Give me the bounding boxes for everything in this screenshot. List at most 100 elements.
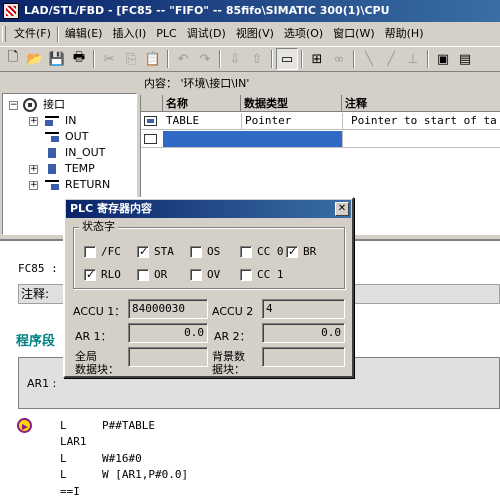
code-op: L — [60, 452, 67, 465]
accu1-label: ACCU 1： — [73, 305, 126, 318]
instance-db-label: 背景数 — [212, 350, 245, 363]
cell-name[interactable]: TABLE — [163, 113, 241, 129]
cell-type[interactable]: Pointer — [241, 113, 342, 129]
global-db-field[interactable] — [128, 347, 208, 367]
header-name[interactable]: 名称 — [163, 95, 241, 112]
collapse-icon[interactable]: − — [9, 101, 18, 110]
checkbox-cc0[interactable] — [240, 246, 252, 258]
details-icon[interactable]: ▤ — [454, 48, 476, 70]
flag-rlo[interactable]: RLO — [84, 268, 121, 282]
flag-label: OR — [154, 268, 168, 281]
flag-br[interactable]: BR — [286, 245, 316, 259]
block-title: FC85 : — [18, 262, 58, 275]
network-ar1-label: AR1 : — [27, 377, 57, 390]
flag-cc0[interactable]: CC 0 — [240, 245, 284, 259]
ar2-field[interactable]: 0.0 — [262, 323, 345, 343]
dialog-title-bar[interactable]: PLC 寄存器内容 ✕ — [66, 200, 351, 218]
flag-label: CC 1 — [257, 268, 284, 281]
toolbar: 🗋 📂 💾 🖶 ✂ ⎘ 📋 ↶ ↷ ⇩ ⇧ ▭ ⊞ ∞ ╲ ╱ ⊥ ▣ ▤ — [0, 46, 500, 72]
checkbox-sta[interactable] — [137, 245, 149, 259]
breakpoint-arrow-icon[interactable] — [17, 418, 32, 433]
accu2-field[interactable]: 4 — [262, 299, 345, 319]
flag-fc[interactable]: /FC — [84, 245, 121, 259]
menu-plc[interactable]: PLC — [151, 24, 181, 43]
flag-ov[interactable]: OV — [190, 268, 220, 282]
code-line[interactable]: L P##TABLE — [60, 418, 155, 434]
menu-debug[interactable]: 调试(D) — [182, 24, 231, 43]
cut-icon[interactable]: ✂ — [98, 48, 120, 70]
checkbox-fc[interactable] — [84, 246, 96, 258]
flag-cc1[interactable]: CC 1 — [240, 268, 284, 282]
menu-insert[interactable]: 插入(I) — [107, 24, 151, 43]
ar1-field[interactable]: 0.0 — [128, 323, 208, 343]
new-row-icon — [144, 134, 157, 144]
new-file-icon[interactable]: 🗋 — [2, 48, 24, 70]
accu1-field[interactable]: 84000030 — [128, 299, 208, 319]
menu-options[interactable]: 选项(O) — [279, 24, 328, 43]
return-icon — [45, 180, 59, 190]
ar1-label: AR 1： — [75, 330, 112, 343]
instance-db-field[interactable] — [262, 347, 345, 367]
open-folder-icon[interactable]: 📂 — [24, 48, 46, 70]
header-type[interactable]: 数据类型 — [241, 95, 342, 112]
network-title[interactable]: 程序段 — [16, 330, 55, 349]
table-row[interactable]: TABLE Pointer Pointer to start of ta — [141, 113, 500, 130]
network-icon[interactable]: ⊞ — [306, 48, 328, 70]
close-icon[interactable]: ✕ — [335, 202, 349, 216]
interface-icon — [23, 98, 37, 112]
expand-icon[interactable]: + — [29, 117, 38, 126]
menu-grip — [2, 25, 6, 42]
menu-window[interactable]: 窗口(W) — [328, 24, 379, 43]
copy-icon[interactable]: ⎘ — [120, 48, 142, 70]
overview-icon[interactable]: ▣ — [432, 48, 454, 70]
menu-help[interactable]: 帮助(H) — [380, 24, 429, 43]
flag-or[interactable]: OR — [137, 268, 167, 282]
checkbox-ov[interactable] — [190, 269, 202, 281]
checkbox-os[interactable] — [190, 246, 202, 258]
instance-db-label-2: 据块： — [212, 363, 245, 376]
save-icon[interactable]: 💾 — [46, 48, 68, 70]
menu-view[interactable]: 视图(V) — [231, 24, 279, 43]
code-line[interactable]: L W#16#0 — [60, 451, 142, 467]
download-icon[interactable]: ⇩ — [224, 48, 246, 70]
accu2-label: ACCU 2 — [212, 305, 254, 318]
code-arg: P##TABLE — [102, 419, 155, 432]
window-title-bar[interactable]: LAD/STL/FBD - [FC85 -- "FIFO" -- 85fifo\… — [0, 0, 500, 22]
checkbox-rlo[interactable] — [84, 268, 96, 282]
contact-no-icon[interactable]: ╲ — [358, 48, 380, 70]
checkbox-cc1[interactable] — [240, 269, 252, 281]
branch-icon[interactable]: ⊥ — [402, 48, 424, 70]
flag-sta[interactable]: STA — [137, 245, 174, 259]
undo-icon[interactable]: ↶ — [172, 48, 194, 70]
checkbox-br[interactable] — [286, 245, 298, 259]
table-row[interactable] — [141, 131, 500, 148]
plc-register-dialog: PLC 寄存器内容 ✕ /FC STA OS CC 0 BR RLO OR OV… — [63, 197, 354, 378]
flag-os[interactable]: OS — [190, 245, 220, 259]
flag-label: OV — [207, 268, 221, 281]
redo-icon[interactable]: ↷ — [194, 48, 216, 70]
tree-item-label: RETURN — [65, 178, 111, 191]
code-line[interactable]: LAR1 — [60, 434, 102, 450]
expand-icon[interactable]: + — [29, 181, 38, 190]
print-icon[interactable]: 🖶 — [68, 48, 90, 70]
expand-icon[interactable]: + — [29, 165, 38, 174]
menu-edit[interactable]: 编辑(E) — [60, 24, 108, 43]
input-icon — [45, 116, 59, 126]
cell-comment[interactable] — [342, 131, 500, 147]
upload-icon[interactable]: ⇧ — [246, 48, 268, 70]
cell-comment[interactable]: Pointer to start of ta — [342, 113, 500, 129]
glasses-icon[interactable]: ∞ — [328, 48, 350, 70]
monitor-icon[interactable]: ▭ — [276, 48, 298, 70]
checkbox-or[interactable] — [137, 269, 149, 281]
paste-icon[interactable]: 📋 — [142, 48, 164, 70]
code-line[interactable]: ==I — [60, 484, 102, 500]
tree-item-label: OUT — [65, 130, 89, 143]
header-comment[interactable]: 注释 — [342, 95, 500, 112]
toolbar-separator — [167, 50, 169, 68]
contact-nc-icon[interactable]: ╱ — [380, 48, 402, 70]
menu-file[interactable]: 文件(F) — [9, 24, 56, 43]
code-line[interactable]: L W [AR1,P#0.0] — [60, 467, 188, 483]
selected-cells[interactable] — [163, 131, 342, 147]
dialog-title: PLC 寄存器内容 — [70, 202, 152, 215]
global-db-label-2: 数据块： — [75, 363, 119, 376]
